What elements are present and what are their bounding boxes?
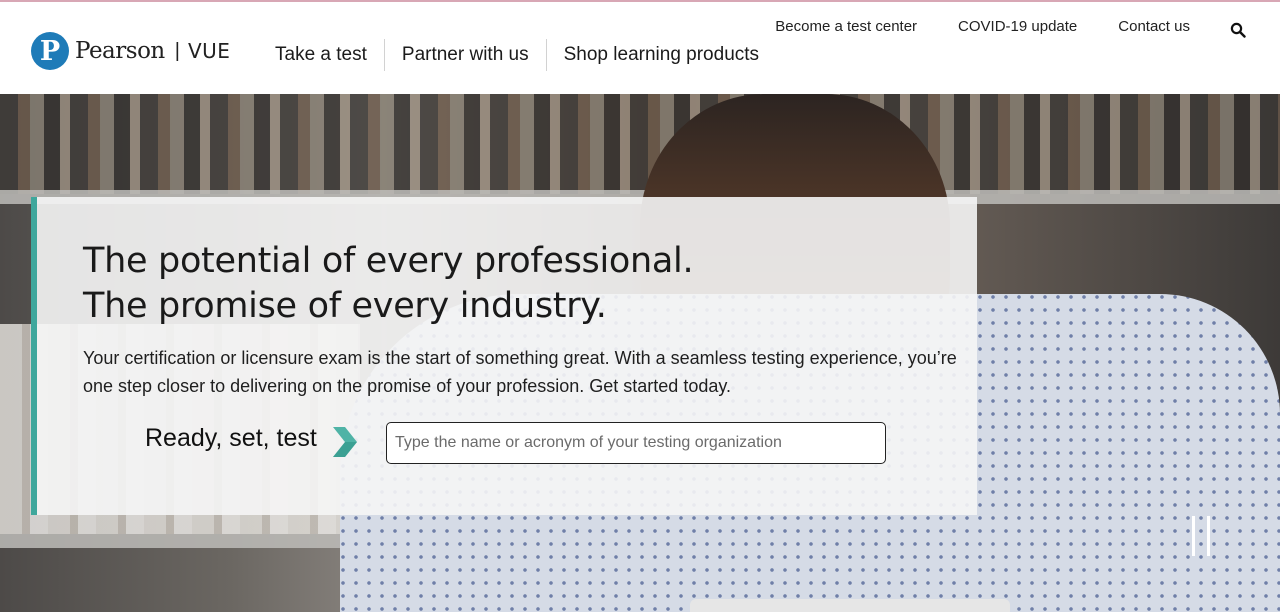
ready-set-test-label: Ready, set, test xyxy=(145,424,317,452)
search-icon[interactable] xyxy=(1230,22,1246,38)
hero-headline-line-1: The potential of every professional. xyxy=(83,241,694,281)
hero-banner: The potential of every professional. The… xyxy=(0,94,1280,612)
take-a-test-link[interactable]: Take a test xyxy=(258,39,384,71)
chevron-right-icon xyxy=(333,427,357,457)
testing-organization-search-input[interactable] xyxy=(386,422,886,464)
hero-description: Your certification or licensure exam is … xyxy=(83,348,957,396)
main-nav: Take a test Partner with us Shop learnin… xyxy=(258,39,776,71)
become-test-center-link[interactable]: Become a test center xyxy=(775,18,917,35)
partner-with-us-link[interactable]: Partner with us xyxy=(383,39,546,71)
contact-us-link[interactable]: Contact us xyxy=(1118,18,1190,35)
hero-headline-line-2: The promise of every industry. xyxy=(83,286,607,326)
pause-bar-right xyxy=(1207,516,1210,556)
utility-nav: Become a test center COVID-19 update Con… xyxy=(775,18,1246,38)
bookshelf-books xyxy=(0,94,1280,194)
logo-product-name: VUE xyxy=(187,39,231,63)
laptop-edge xyxy=(690,599,1010,612)
pearson-vue-logo[interactable]: P Pearson | VUE xyxy=(31,29,230,73)
site-header: P Pearson | VUE Become a test center COV… xyxy=(0,2,1280,94)
logo-separator: | xyxy=(174,39,180,62)
hero-headline: The potential of every professional. The… xyxy=(83,239,694,329)
logo-brand-name: Pearson xyxy=(75,38,165,64)
pause-icon[interactable] xyxy=(1188,514,1218,558)
pearson-logo-icon: P xyxy=(31,32,69,70)
covid-update-link[interactable]: COVID-19 update xyxy=(958,18,1077,35)
logo-letter: P xyxy=(39,35,61,67)
pause-bar-left xyxy=(1192,516,1195,556)
hero-card: The potential of every professional. The… xyxy=(31,197,977,515)
shop-learning-products-link[interactable]: Shop learning products xyxy=(545,39,776,71)
